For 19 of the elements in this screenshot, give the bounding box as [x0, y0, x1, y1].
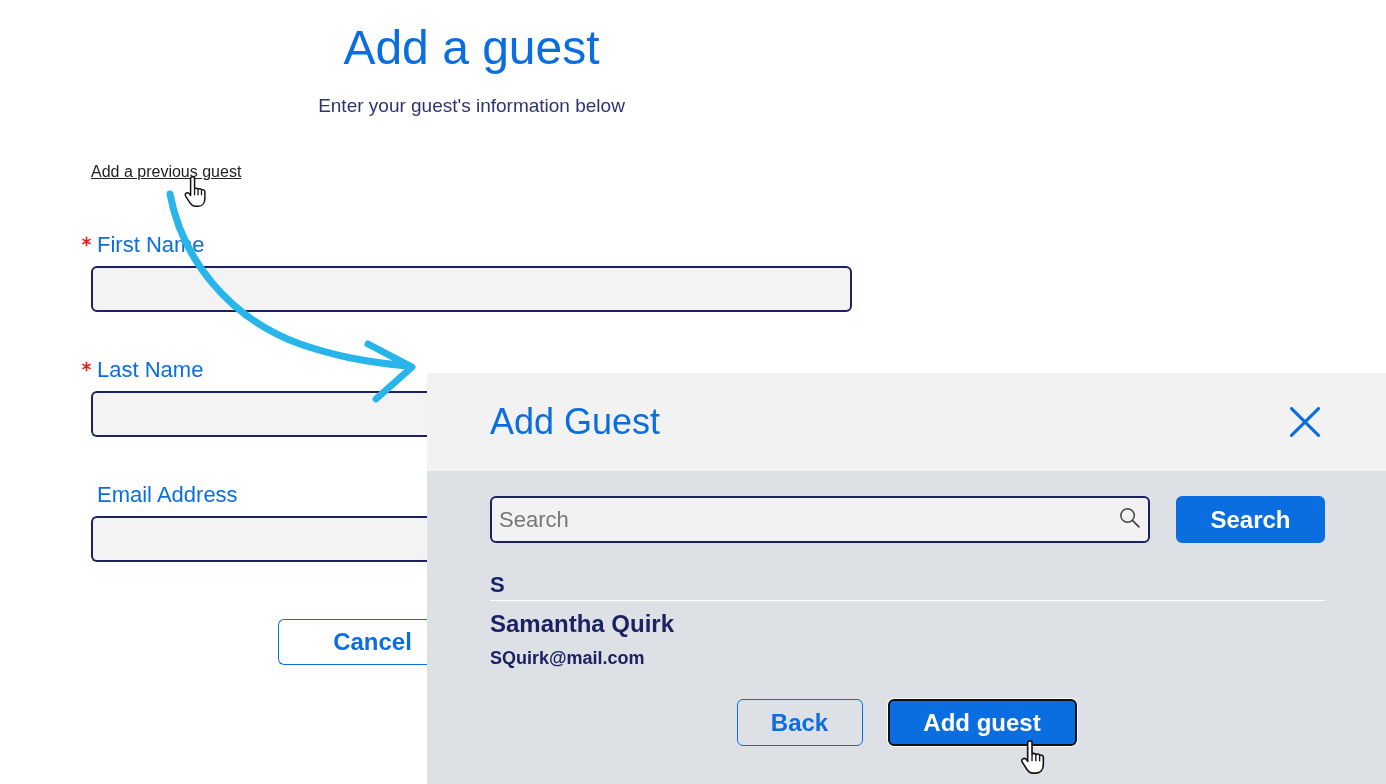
field-label: Last Name: [97, 356, 204, 384]
previous-guest-link[interactable]: Add a previous guest: [91, 161, 242, 183]
search-button[interactable]: Search: [1176, 496, 1325, 543]
field-label: Email Address: [97, 481, 238, 509]
group-letter: S: [490, 571, 505, 599]
text-input[interactable]: [91, 516, 427, 562]
guest-name: Samantha Quirk: [490, 609, 675, 639]
close-icon[interactable]: [1290, 407, 1320, 437]
text-input[interactable]: [91, 391, 427, 437]
hand-pointer-icon: [1019, 740, 1046, 774]
guest-email: SQuirk@mail.com: [490, 647, 645, 670]
dialog-title: Add Guest: [490, 400, 661, 444]
search-icon: [1120, 508, 1140, 528]
page-title: Add a guest: [342, 20, 601, 76]
page-subtitle: Enter your guest's information below: [318, 94, 625, 118]
search-field[interactable]: Search: [490, 496, 1150, 543]
secondary-button[interactable]: Back: [736, 699, 863, 746]
primary-button[interactable]: Add guest: [887, 699, 1077, 746]
text-input[interactable]: [91, 266, 852, 312]
